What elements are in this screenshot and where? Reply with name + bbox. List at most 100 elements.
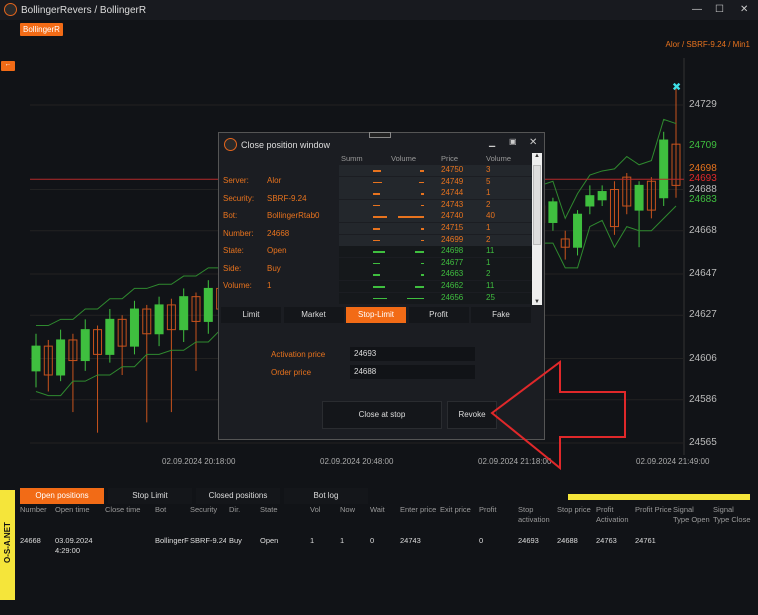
orderbook-price: 24698 bbox=[441, 246, 464, 256]
drag-handle[interactable] bbox=[369, 132, 391, 138]
security-label: Alor / SBRF-9.24 / Min1 bbox=[665, 40, 750, 49]
tab-stoplimit[interactable]: Stop-Limit bbox=[346, 307, 406, 323]
column-header[interactable]: Security bbox=[190, 505, 226, 515]
volume-bar bbox=[420, 239, 424, 242]
summ-bar bbox=[373, 181, 382, 184]
bot-tab[interactable]: BollingerR bbox=[20, 23, 63, 36]
table-cell: 24688 bbox=[557, 536, 578, 545]
candle bbox=[573, 213, 583, 248]
title-bar: BollingerRevers / BollingerR — ☐ ✕ bbox=[0, 0, 758, 20]
column-header[interactable]: Stop price bbox=[557, 505, 595, 515]
info-label: Security: bbox=[223, 193, 255, 203]
info-value: Open bbox=[267, 246, 287, 255]
candle bbox=[56, 339, 66, 376]
orderbook-volume: 25 bbox=[486, 292, 495, 302]
orderbook-row[interactable]: 24743 2 bbox=[339, 199, 532, 211]
order-book: Summ Volume Price Volume 24750 3 24749 5 24744 1 2… bbox=[339, 153, 542, 305]
info-value: 24668 bbox=[267, 228, 290, 238]
activation-price-input[interactable]: 24693 bbox=[350, 347, 475, 361]
dialog-minimize-button[interactable]: ▁ bbox=[489, 138, 495, 147]
price-tick-label: 24709 bbox=[689, 140, 717, 152]
candle bbox=[31, 345, 41, 372]
revoke-button[interactable]: Revoke bbox=[447, 401, 497, 429]
brand-label: O-S-A.NET bbox=[3, 522, 12, 563]
info-value: 1 bbox=[267, 281, 272, 290]
candle bbox=[634, 184, 644, 211]
tab-fake[interactable]: Fake bbox=[471, 307, 531, 323]
orderbook-price: 24663 bbox=[441, 269, 464, 279]
info-label: Bot: bbox=[223, 211, 238, 220]
orderbook-row[interactable]: 24698 11 bbox=[339, 246, 532, 258]
column-header[interactable]: Signal Type Open bbox=[673, 505, 711, 525]
minimize-button[interactable]: — bbox=[692, 4, 702, 15]
orderbook-price: 24743 bbox=[441, 199, 464, 209]
price-tick-label: 24668 bbox=[689, 224, 717, 236]
orderbook-row[interactable]: 24749 5 bbox=[339, 176, 532, 188]
positions-panel: O-S-A.NET Open positions Stop Limit Closed… bbox=[0, 480, 758, 615]
orderbook-row[interactable]: 24715 1 bbox=[339, 223, 532, 234]
orderbook-price: 24749 bbox=[441, 176, 464, 186]
summ-bar bbox=[373, 228, 380, 230]
order-price-input[interactable]: 24688 bbox=[350, 365, 475, 379]
orderbook-row[interactable]: 24656 25 bbox=[339, 292, 532, 304]
column-header[interactable]: Profit bbox=[479, 505, 517, 515]
orderbook-volume: 2 bbox=[486, 269, 491, 279]
summ-bar bbox=[373, 204, 380, 207]
column-header[interactable]: Profit Activation bbox=[596, 505, 634, 525]
orderbook-volume: 1 bbox=[486, 257, 491, 267]
collapse-button[interactable]: ← bbox=[1, 61, 15, 71]
volume-bar bbox=[398, 216, 424, 218]
price-tick-label: 24586 bbox=[689, 393, 717, 405]
column-header[interactable]: Close time bbox=[105, 505, 143, 515]
column-header[interactable]: State bbox=[260, 505, 298, 515]
column-header[interactable]: Open time bbox=[55, 505, 93, 515]
dialog-maximize-button[interactable]: ▣ bbox=[509, 137, 517, 146]
volume-bar bbox=[415, 251, 424, 253]
close-button[interactable]: ✕ bbox=[740, 4, 748, 15]
info-label: Server: bbox=[223, 176, 249, 185]
tab-market[interactable]: Market bbox=[283, 307, 344, 323]
candle bbox=[105, 318, 115, 355]
orderbook-scrollbar[interactable]: ▲ ▼ bbox=[532, 153, 542, 305]
tab-open-positions[interactable]: Open positions bbox=[20, 488, 104, 504]
candle bbox=[203, 287, 213, 322]
orderbook-row[interactable]: 24677 1 bbox=[339, 257, 532, 269]
maximize-button[interactable]: ☐ bbox=[715, 4, 724, 15]
orderbook-volume: 40 bbox=[486, 211, 495, 221]
column-header[interactable]: Profit Price bbox=[635, 505, 673, 515]
column-header[interactable]: Enter price bbox=[400, 505, 438, 515]
orderbook-row[interactable]: 24750 3 bbox=[339, 165, 532, 176]
price-tick-label: 24729 bbox=[689, 99, 717, 110]
column-header[interactable]: Signal Type Close bbox=[713, 505, 751, 525]
tab-closed-positions[interactable]: Closed positions bbox=[196, 488, 280, 504]
summ-bar bbox=[373, 274, 380, 276]
orderbook-price: 24740 bbox=[441, 211, 464, 221]
orderbook-row[interactable]: 24744 1 bbox=[339, 188, 532, 200]
tab-limit[interactable]: Limit bbox=[221, 307, 281, 323]
orderbook-row[interactable]: 24662 11 bbox=[339, 281, 532, 292]
close-at-stop-button[interactable]: Close at stop bbox=[322, 401, 442, 429]
column-header[interactable]: Exit price bbox=[440, 505, 478, 515]
orderbook-price: 24662 bbox=[441, 281, 464, 290]
column-header[interactable]: Number bbox=[20, 505, 58, 515]
close-position-dialog: Close position window ▁ ▣ ✕ Server: Alor S… bbox=[218, 132, 545, 440]
table-cell: 24668 bbox=[20, 536, 41, 545]
orderbook-volume: 5 bbox=[486, 176, 491, 186]
orderbook-price: 24677 bbox=[441, 257, 464, 267]
dialog-close-button[interactable]: ✕ bbox=[529, 137, 537, 148]
candle bbox=[548, 201, 558, 223]
candle bbox=[585, 195, 595, 207]
tab-stop-limit[interactable]: Stop Limit bbox=[108, 488, 192, 504]
summ-bar bbox=[373, 297, 387, 300]
volume-bar bbox=[420, 204, 424, 207]
dialog-logo-icon bbox=[224, 138, 237, 151]
tab-profit[interactable]: Profit bbox=[408, 307, 469, 323]
orderbook-header: Volume bbox=[391, 154, 417, 163]
orderbook-row[interactable]: 24663 2 bbox=[339, 269, 532, 281]
column-header[interactable]: Stop activation bbox=[518, 505, 556, 525]
info-label: Side: bbox=[223, 263, 242, 273]
tab-bot-log[interactable]: Bot log bbox=[284, 488, 368, 504]
orderbook-row[interactable]: 24740 40 bbox=[339, 211, 532, 223]
orderbook-row[interactable]: 24699 2 bbox=[339, 234, 532, 246]
column-header[interactable]: Bot bbox=[155, 505, 191, 515]
